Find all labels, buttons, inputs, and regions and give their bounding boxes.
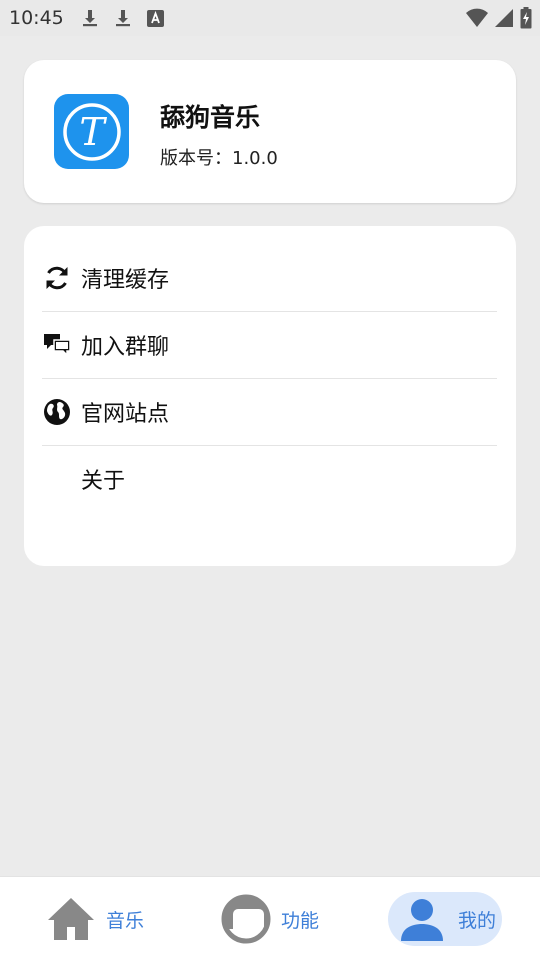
menu-item-label: 清理缓存 — [81, 268, 170, 293]
accessibility-a-icon — [147, 10, 164, 31]
status-bar: 10:45 — [0, 0, 540, 36]
half-circle-icon — [221, 894, 271, 944]
nav-tab-mine[interactable]: 我的 — [400, 891, 496, 947]
menu-item-label: 加入群聊 — [81, 335, 170, 360]
signal-icon — [494, 8, 514, 32]
globe-icon — [42, 397, 72, 427]
menu-item-label: 官网站点 — [81, 402, 170, 427]
menu-item-official-website[interactable]: 官网站点 — [42, 379, 497, 445]
app-name: 舔狗音乐 — [160, 103, 261, 132]
download-icon — [113, 8, 133, 32]
app-logo-t-icon: T — [62, 102, 121, 161]
settings-menu-card: 清理缓存 加入群聊 官网站点 关于 — [24, 226, 516, 566]
app-info-card: T 舔狗音乐 版本号：1.0.0 — [24, 60, 516, 203]
person-icon — [400, 897, 444, 941]
nav-tab-music[interactable]: 音乐 — [46, 891, 144, 947]
nav-tab-functions[interactable]: 功能 — [221, 891, 319, 947]
status-time: 10:45 — [9, 7, 64, 29]
nav-tab-label: 音乐 — [106, 909, 145, 932]
status-right-icons — [466, 7, 532, 33]
nav-tab-label: 我的 — [458, 909, 497, 932]
about-icon-placeholder — [42, 464, 72, 494]
app-version: 版本号：1.0.0 — [160, 148, 278, 169]
menu-item-join-group-chat[interactable]: 加入群聊 — [42, 312, 497, 378]
download-icon — [80, 8, 100, 32]
refresh-icon — [42, 263, 72, 293]
nav-tab-label: 功能 — [281, 909, 320, 932]
home-icon — [46, 896, 96, 942]
app-logo-letter: T — [79, 110, 107, 154]
menu-item-label: 关于 — [81, 469, 126, 494]
chat-bubbles-icon — [42, 330, 72, 360]
menu-item-about[interactable]: 关于 — [42, 446, 497, 512]
bottom-navigation: 音乐 功能 我的 — [0, 876, 540, 961]
menu-item-clear-cache[interactable]: 清理缓存 — [42, 245, 497, 311]
app-logo: T — [54, 94, 129, 169]
battery-charging-icon — [520, 7, 532, 33]
wifi-icon — [466, 8, 488, 32]
